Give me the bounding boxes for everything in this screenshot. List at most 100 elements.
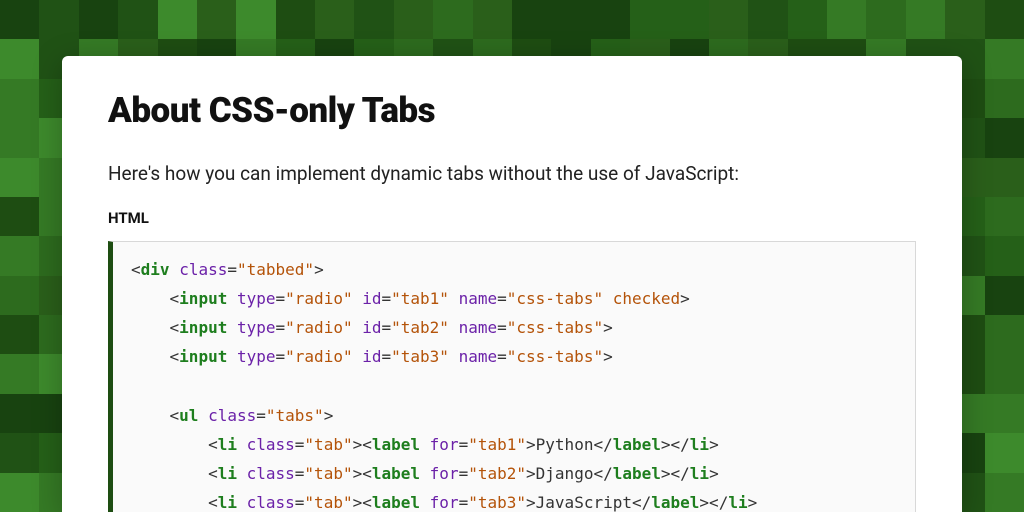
code-token: id xyxy=(362,347,381,366)
code-token: checked xyxy=(613,289,680,308)
code-token: > xyxy=(526,493,536,512)
code-token: "tabbed" xyxy=(237,260,314,279)
code-token: li xyxy=(690,464,709,483)
code-token xyxy=(198,406,208,425)
code-token: "radio" xyxy=(285,347,352,366)
code-token: li xyxy=(218,464,237,483)
intro-text: Here's how you can implement dynamic tab… xyxy=(108,161,916,187)
code-token: "radio" xyxy=(285,318,352,337)
code-token: = xyxy=(382,347,392,366)
code-token: = xyxy=(276,347,286,366)
code-token: id xyxy=(362,318,381,337)
code-token: = xyxy=(459,464,469,483)
code-token: label xyxy=(651,493,699,512)
code-token: id xyxy=(362,289,381,308)
code-token: < xyxy=(170,347,180,366)
code-token: </ xyxy=(593,464,612,483)
code-token: < xyxy=(170,289,180,308)
code-token: "tab" xyxy=(304,493,352,512)
code-token: "tab2" xyxy=(391,318,449,337)
code-token: = xyxy=(497,318,507,337)
code-token: </ xyxy=(632,493,651,512)
code-token: >< xyxy=(353,464,372,483)
code-token xyxy=(449,318,459,337)
code-token: input xyxy=(179,347,227,366)
code-token: label xyxy=(372,464,420,483)
code-token: > xyxy=(314,260,324,279)
code-token: class xyxy=(247,464,295,483)
code-token: "tab3" xyxy=(391,347,449,366)
code-token: type xyxy=(237,347,276,366)
code-token: "radio" xyxy=(285,289,352,308)
code-token: for xyxy=(430,464,459,483)
code-token: div xyxy=(141,260,170,279)
code-token: li xyxy=(690,435,709,454)
code-token xyxy=(170,260,180,279)
code-token: > xyxy=(324,406,334,425)
code-token: for xyxy=(430,435,459,454)
code-token: > xyxy=(680,289,690,308)
code-token: < xyxy=(170,406,180,425)
page-title: About CSS-only Tabs xyxy=(108,90,916,131)
code-token: > xyxy=(603,347,613,366)
code-token: Python xyxy=(536,435,594,454)
content-card: About CSS-only Tabs Here's how you can i… xyxy=(62,56,962,512)
code-token: > xyxy=(748,493,758,512)
code-token: = xyxy=(295,464,305,483)
code-token xyxy=(227,289,237,308)
code-token: ul xyxy=(179,406,198,425)
code-token xyxy=(237,464,247,483)
code-token: name xyxy=(459,318,498,337)
code-token: "tab3" xyxy=(468,493,526,512)
code-token xyxy=(353,289,363,308)
code-token xyxy=(449,347,459,366)
code-token: name xyxy=(459,289,498,308)
code-token: label xyxy=(613,464,661,483)
code-token xyxy=(420,435,430,454)
code-token: < xyxy=(131,260,141,279)
code-token: = xyxy=(382,318,392,337)
code-token: name xyxy=(459,347,498,366)
code-token: "css-tabs" xyxy=(507,347,603,366)
code-token: = xyxy=(382,289,392,308)
code-token: li xyxy=(218,493,237,512)
code-token: < xyxy=(208,435,218,454)
code-token xyxy=(353,347,363,366)
code-token: class xyxy=(179,260,227,279)
code-token: input xyxy=(179,318,227,337)
code-content: <div class="tabbed"> <input type="radio"… xyxy=(131,260,757,512)
code-token: li xyxy=(218,435,237,454)
code-token xyxy=(227,347,237,366)
code-token: = xyxy=(459,435,469,454)
code-token: "tab1" xyxy=(391,289,449,308)
code-token: for xyxy=(430,493,459,512)
code-token: ></ xyxy=(661,464,690,483)
code-token xyxy=(603,289,613,308)
code-token xyxy=(353,318,363,337)
code-token: > xyxy=(526,464,536,483)
code-token: label xyxy=(372,493,420,512)
code-token: "css-tabs" xyxy=(507,318,603,337)
code-token: = xyxy=(276,289,286,308)
code-token: = xyxy=(276,318,286,337)
code-token: = xyxy=(295,435,305,454)
code-block: <div class="tabbed"> <input type="radio"… xyxy=(108,241,916,512)
code-token: = xyxy=(497,347,507,366)
code-token xyxy=(237,493,247,512)
code-token: < xyxy=(208,464,218,483)
code-token xyxy=(227,318,237,337)
code-token: = xyxy=(227,260,237,279)
code-token: "tab" xyxy=(304,464,352,483)
code-token: Django xyxy=(536,464,594,483)
code-token: li xyxy=(728,493,747,512)
code-token: class xyxy=(247,435,295,454)
code-token xyxy=(420,493,430,512)
code-token: < xyxy=(170,318,180,337)
code-token: class xyxy=(208,406,256,425)
code-token: > xyxy=(709,435,719,454)
code-token: </ xyxy=(593,435,612,454)
code-token: "tab" xyxy=(304,435,352,454)
code-token xyxy=(237,435,247,454)
code-token: ></ xyxy=(661,435,690,454)
code-token: = xyxy=(497,289,507,308)
